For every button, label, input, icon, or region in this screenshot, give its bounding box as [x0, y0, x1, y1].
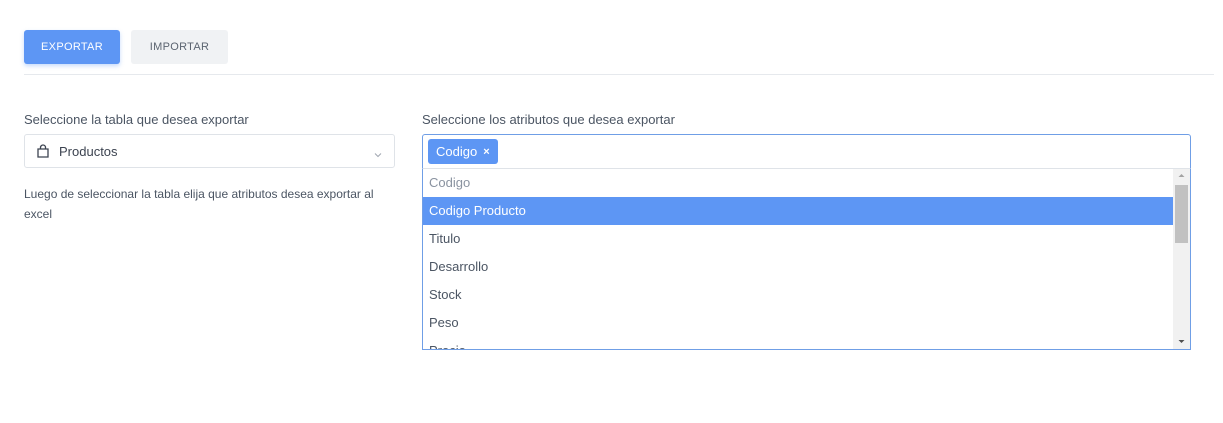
export-tab-button[interactable]: EXPORTAR — [24, 30, 120, 64]
attributes-select-label: Seleccione los atributos que desea expor… — [422, 112, 675, 127]
table-select[interactable]: Productos — [24, 134, 395, 168]
option-peso[interactable]: Peso — [423, 309, 1174, 337]
table-help-text: Luego de seleccionar la tabla elija que … — [24, 187, 374, 221]
table-select-label: Seleccione la tabla que desea exportar — [24, 112, 249, 127]
dropdown-options: Codigo Codigo Producto Titulo Desarrollo… — [423, 169, 1174, 349]
tag-remove-icon[interactable]: × — [483, 146, 489, 158]
attributes-multiselect-input[interactable]: Codigo × — [422, 134, 1191, 169]
option-precio[interactable]: Precio — [423, 337, 1174, 349]
option-codigo-producto[interactable]: Codigo Producto — [423, 197, 1174, 225]
scrollbar-thumb[interactable] — [1175, 185, 1188, 243]
tag-label: Codigo — [436, 144, 478, 159]
header-divider — [24, 74, 1214, 75]
option-desarrollo[interactable]: Desarrollo — [423, 253, 1174, 281]
option-titulo[interactable]: Titulo — [423, 225, 1174, 253]
chevron-down-icon — [374, 147, 382, 158]
shopping-bag-icon — [37, 144, 49, 158]
option-codigo[interactable]: Codigo — [423, 169, 1174, 197]
scroll-down-arrow-icon[interactable] — [1173, 335, 1190, 349]
scroll-up-arrow-icon[interactable] — [1173, 169, 1190, 183]
export-import-tabs: EXPORTAR IMPORTAR — [24, 30, 228, 64]
attributes-dropdown-list: Codigo Codigo Producto Titulo Desarrollo… — [422, 168, 1191, 350]
dropdown-scrollbar[interactable] — [1173, 169, 1190, 349]
selected-tag-codigo: Codigo × — [428, 139, 498, 164]
option-stock[interactable]: Stock — [423, 281, 1174, 309]
import-tab-button[interactable]: IMPORTAR — [131, 30, 228, 64]
table-select-value: Productos — [59, 143, 118, 159]
